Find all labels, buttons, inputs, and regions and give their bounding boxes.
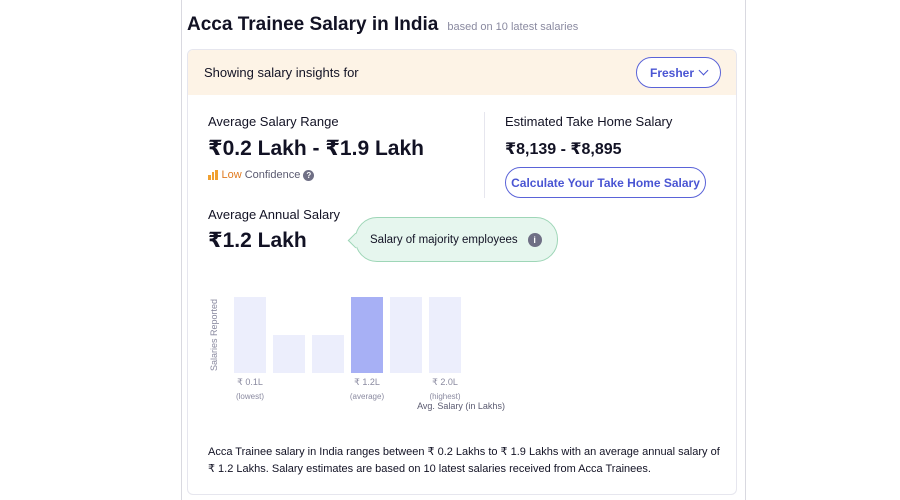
tick-label-0: ₹ 0.1L	[237, 377, 263, 387]
salary-card: Showing salary insights for Fresher Aver…	[187, 49, 737, 495]
tick-label-2: ₹ 2.0L	[432, 377, 458, 387]
bar-1	[273, 335, 305, 373]
tick-sublabel-1: (average)	[350, 392, 385, 401]
info-icon[interactable]: i	[527, 232, 542, 247]
annual-salary-label: Average Annual Salary	[208, 207, 341, 222]
page-subtitle: based on 10 latest salaries	[447, 21, 579, 33]
salary-distribution-chart: Salaries Reported ₹ 0.1L (lowest) ₹ 1.2L (av…	[188, 280, 736, 420]
experience-dropdown[interactable]: Fresher	[636, 57, 721, 88]
take-home-label: Estimated Take Home Salary	[505, 114, 673, 129]
confidence-level: Low	[221, 169, 242, 181]
majority-salary-tooltip: Salary of majority employees i	[355, 217, 558, 262]
confidence-help-icon[interactable]: ?	[303, 169, 315, 181]
bar-5	[429, 297, 461, 373]
page-header: Acca Trainee Salary in India based on 10…	[187, 14, 578, 36]
confidence-bars-icon	[208, 170, 218, 180]
average-range-value: ₹0.2 Lakh - ₹1.9 Lakh	[208, 137, 424, 160]
bar-2	[312, 335, 344, 373]
confidence-indicator: Low Confidence ?	[208, 169, 315, 181]
tick-label-1: ₹ 1.2L	[354, 377, 380, 387]
annual-salary-value: ₹1.2 Lakh	[208, 229, 307, 252]
tick-sublabel-2: (highest)	[429, 392, 460, 401]
salary-chart-svg: Salaries Reported ₹ 0.1L (lowest) ₹ 1.2L (av…	[209, 297, 505, 411]
experience-dropdown-value: Fresher	[649, 65, 695, 80]
frame-border-left	[181, 0, 182, 500]
page-title: Acca Trainee Salary in India	[187, 14, 439, 35]
chevron-down-icon	[698, 65, 709, 76]
y-axis-label: Salaries Reported	[209, 299, 219, 371]
confidence-word: Confidence	[244, 169, 301, 181]
average-range-label: Average Salary Range	[208, 114, 339, 129]
insights-text: Showing salary insights for	[204, 65, 359, 80]
bar-0	[234, 297, 266, 373]
x-axis-label: Avg. Salary (in Lakhs)	[417, 401, 505, 411]
bar-4	[390, 297, 422, 373]
section-divider	[484, 112, 485, 198]
tick-sublabel-0: (lowest)	[236, 392, 264, 401]
frame-border-right	[745, 0, 746, 500]
tooltip-text: Salary of majority employees	[370, 233, 518, 246]
calculate-take-home-button[interactable]: Calculate Your Take Home Salary	[505, 167, 706, 198]
salary-summary: Acca Trainee salary in India ranges betw…	[208, 446, 720, 475]
bar-3	[351, 297, 383, 373]
take-home-value: ₹8,139 - ₹8,895	[505, 141, 622, 158]
insights-bar: Showing salary insights for Fresher	[188, 50, 736, 95]
